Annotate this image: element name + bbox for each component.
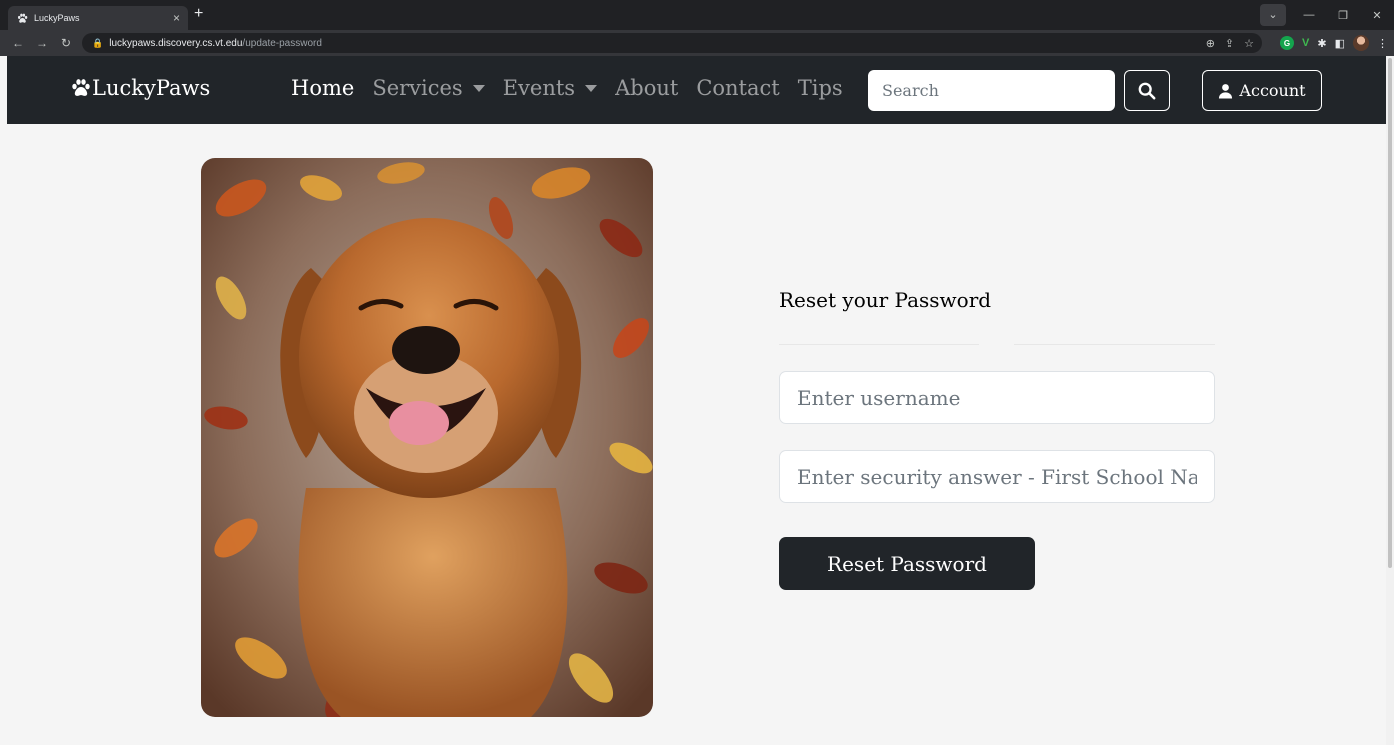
profile-avatar[interactable] (1353, 35, 1369, 51)
divider (779, 344, 1215, 346)
brand-logo[interactable]: LuckyPaws (71, 76, 210, 100)
caret-down-icon (585, 84, 598, 92)
paw-icon (72, 79, 90, 96)
v-extension-icon[interactable]: V (1302, 37, 1309, 49)
minimize-icon[interactable]: — (1292, 9, 1326, 21)
restore-icon[interactable]: ❐ (1326, 9, 1360, 22)
browser-address-bar: ← → ↻ 🔒 luckypaws.discovery.cs.vt.edu /u… (0, 30, 1394, 56)
nav-services-dropdown[interactable]: Services (372, 76, 485, 100)
reset-password-button[interactable]: Reset Password (779, 537, 1035, 590)
nav-links: Home Services Events About Contact Tips (291, 76, 843, 100)
nav-services-label: Services (372, 76, 463, 100)
browser-tab-bar: LuckyPaws × + ⌄ — ❐ ✕ (0, 0, 1394, 30)
search-input[interactable] (868, 70, 1115, 111)
account-button[interactable]: Account (1202, 70, 1322, 111)
security-answer-input[interactable] (779, 450, 1215, 503)
divider-left (779, 344, 979, 345)
browser-menu-icon[interactable]: ⋮ (1377, 37, 1388, 50)
lock-icon: 🔒 (92, 37, 104, 48)
url-host: luckypaws.discovery.cs.vt.edu (109, 37, 243, 49)
nav-home[interactable]: Home (291, 76, 354, 100)
zoom-icon[interactable]: ⊕ (1206, 37, 1215, 50)
grammarly-extension-icon[interactable]: G (1280, 36, 1295, 50)
nav-contact[interactable]: Contact (696, 76, 779, 100)
form-heading: Reset your Password (779, 288, 992, 312)
page-scrollbar[interactable] (1386, 56, 1394, 745)
close-window-icon[interactable]: ✕ (1360, 9, 1394, 22)
browser-tab[interactable]: LuckyPaws × (8, 6, 188, 30)
user-icon (1219, 83, 1233, 98)
nav-events-dropdown[interactable]: Events (502, 76, 598, 100)
account-label: Account (1239, 81, 1306, 100)
site-navbar: LuckyPaws Home Services Events About Con… (7, 56, 1386, 124)
url-path: /update-password (242, 37, 322, 49)
reload-icon[interactable]: ↻ (60, 36, 72, 50)
share-icon[interactable]: ⇪ (1225, 37, 1234, 50)
username-input[interactable] (779, 371, 1215, 424)
back-icon[interactable]: ← (12, 36, 24, 50)
nav-about[interactable]: About (615, 76, 678, 100)
extensions-area: G V ✱ ◧ ⋮ (1280, 33, 1388, 53)
paw-icon (16, 12, 28, 24)
search-button[interactable] (1124, 70, 1170, 111)
brand-name: LuckyPaws (92, 76, 211, 100)
tab-close-icon[interactable]: × (173, 11, 180, 25)
caret-down-icon (472, 84, 485, 92)
window-controls: ⌄ — ❐ ✕ (1260, 0, 1394, 30)
tab-title: LuckyPaws (34, 13, 80, 23)
tab-search-icon[interactable]: ⌄ (1260, 4, 1286, 26)
new-tab-button[interactable]: + (194, 5, 203, 23)
scrollbar-thumb[interactable] (1388, 58, 1392, 568)
url-field[interactable]: 🔒 luckypaws.discovery.cs.vt.edu /update-… (82, 33, 1262, 53)
bookmark-star-icon[interactable]: ☆ (1244, 37, 1254, 50)
reset-password-form: Reset your Password Reset Password (779, 288, 1215, 590)
divider-right (1014, 344, 1215, 345)
omnibox-actions: ⊕ ⇪ ☆ (1206, 33, 1254, 53)
forward-icon[interactable]: → (36, 36, 48, 50)
dog-photo (201, 158, 653, 717)
nav-events-label: Events (502, 76, 576, 100)
side-panel-icon[interactable]: ◧ (1335, 37, 1345, 50)
nav-tips[interactable]: Tips (798, 76, 843, 100)
extensions-puzzle-icon[interactable]: ✱ (1317, 37, 1326, 50)
search-icon (1138, 82, 1156, 99)
